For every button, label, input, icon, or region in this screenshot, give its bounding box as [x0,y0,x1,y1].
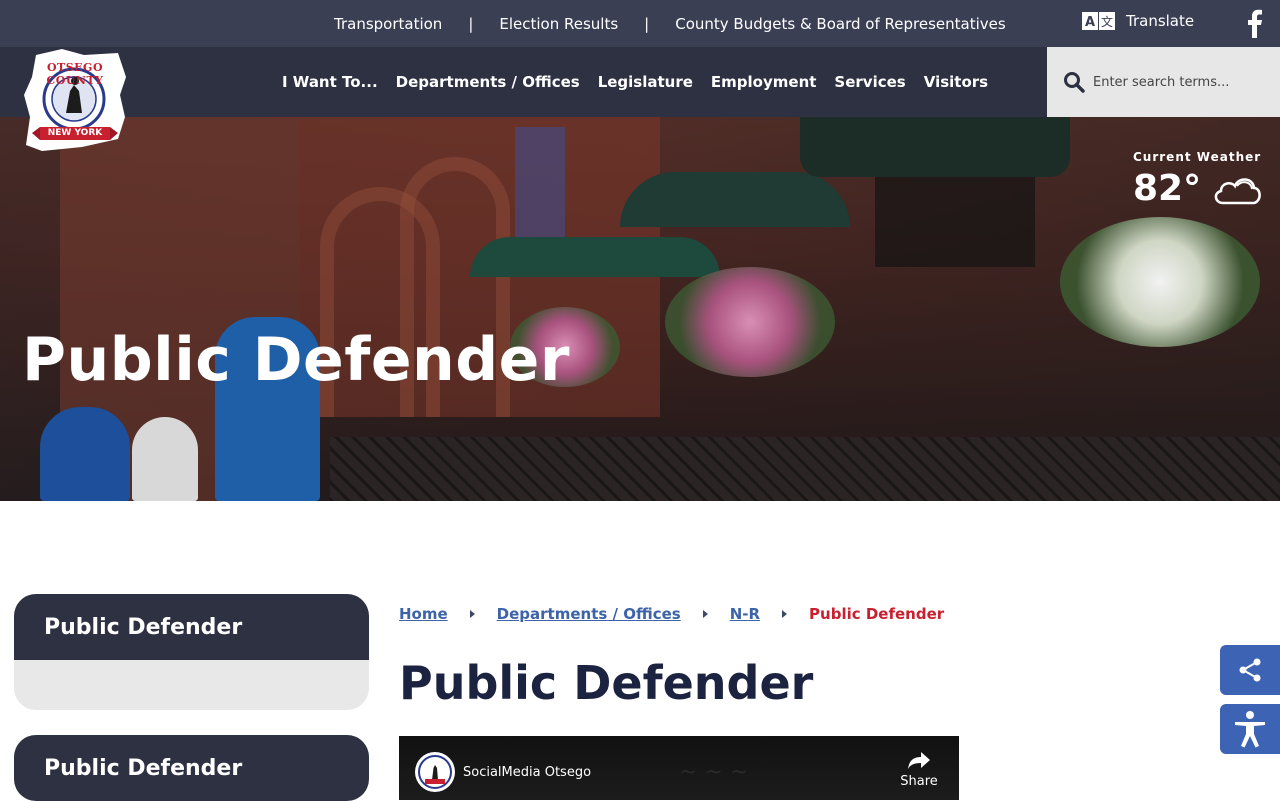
utility-link-transportation[interactable]: Transportation [334,15,442,33]
hero-umbrella [620,172,850,227]
sidebar-card: Public Defender [14,594,369,710]
nav-item-legislature[interactable]: Legislature [598,73,693,91]
cloud-icon [1214,177,1261,204]
channel-name: SocialMedia Otsego [463,764,592,780]
main-menu: I Want To... Departments / Offices Legis… [282,47,1006,117]
search-input[interactable] [1093,74,1263,90]
share-label: Share [900,774,938,789]
video-share-button[interactable]: Share [897,750,941,789]
hero-person [40,407,130,501]
weather-temp-row: 82° [1133,168,1263,209]
weather-label: Current Weather [1133,150,1262,164]
sidebar-card-title[interactable]: Public Defender [14,735,369,801]
share-float-button[interactable] [1220,645,1280,695]
breadcrumb-arrow-icon [702,610,708,618]
breadcrumb-current: Public Defender [809,605,945,623]
nav-item-visitors[interactable]: Visitors [924,73,988,91]
share-arrow-icon [908,752,930,769]
utility-links: Transportation | Election Results | Coun… [334,0,1006,47]
breadcrumb-home[interactable]: Home [399,605,448,623]
sidebar-card: Public Defender [14,735,369,801]
breadcrumb-departments[interactable]: Departments / Offices [497,605,681,623]
share-icon [1239,658,1261,682]
hero-window [515,127,565,237]
breadcrumb: Home Departments / Offices N-R Public De… [399,605,944,623]
hero-umbrella [800,117,1070,177]
logo-banner-text: NEW YORK [47,128,103,138]
hero-railing [330,437,1280,501]
translate-label: Translate [1126,12,1195,30]
utility-link-election-results[interactable]: Election Results [499,15,618,33]
nav-item-departments[interactable]: Departments / Offices [396,73,580,91]
video-channel[interactable]: SocialMedia Otsego [415,752,591,792]
video-embed[interactable]: ~ ~ ~ SocialMedia Otsego Share [399,736,959,800]
hero-banner: Public Defender [0,117,1280,501]
accessibility-float-button[interactable] [1220,704,1280,754]
translate-icon: A 文 [1082,11,1116,31]
svg-text:A: A [1085,15,1095,30]
facebook-icon[interactable] [1244,8,1264,39]
logo-top-text: OTSEGO COUNTY [46,61,104,87]
accessibility-icon [1235,711,1265,748]
hero-title: Public Defender [22,325,570,395]
search-icon[interactable] [1063,71,1085,93]
hero-flowers [665,267,835,377]
page-title: Public Defender [399,656,814,710]
video-background-text: ~ ~ ~ [679,760,749,785]
weather-widget: Current Weather 82° [1133,150,1263,209]
utility-separator: | [644,14,650,33]
svg-text:文: 文 [1101,14,1113,29]
sidebar-card-body [14,660,369,710]
search-box [1047,47,1280,117]
utility-separator: | [468,14,474,33]
breadcrumb-arrow-icon [782,610,788,618]
utility-link-county-budgets[interactable]: County Budgets & Board of Representative… [675,15,1005,33]
hero-umbrella [470,237,720,277]
hero-flowers [1060,217,1260,347]
nav-item-services[interactable]: Services [834,73,905,91]
sidebar-card-title[interactable]: Public Defender [14,594,369,660]
county-logo[interactable]: OTSEGO COUNTY NEW YORK [22,47,128,155]
breadcrumb-arrow-icon [469,610,475,618]
hero-person [132,417,198,501]
top-utility-bar: Transportation | Election Results | Coun… [0,0,1280,47]
weather-temperature: 82° [1133,168,1202,209]
breadcrumb-n-r[interactable]: N-R [730,605,760,623]
channel-avatar [415,752,455,792]
translate-button[interactable]: A 文 Translate [1082,11,1194,31]
nav-item-employment[interactable]: Employment [711,73,817,91]
nav-item-i-want-to[interactable]: I Want To... [282,73,378,91]
